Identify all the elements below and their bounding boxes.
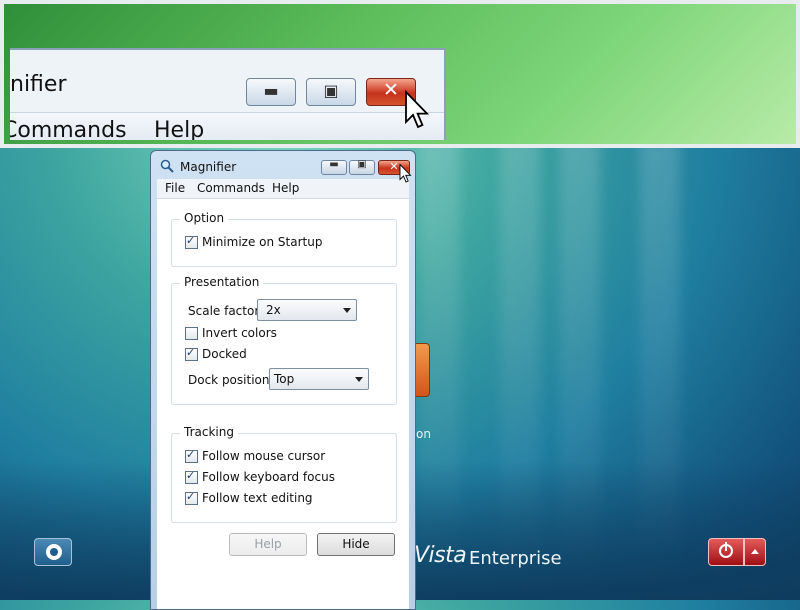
magnifier-dock-pane: nifier ▬ ▣ ✕ Commands Help bbox=[0, 0, 800, 148]
magnified-maximize-button: ▣ bbox=[306, 78, 356, 106]
ease-of-access-icon-inner bbox=[50, 548, 58, 556]
menu-help[interactable]: Help bbox=[272, 181, 299, 195]
scale-factor-value: 2x bbox=[266, 303, 281, 317]
check-icon: ✓ bbox=[186, 345, 196, 359]
check-icon: ✓ bbox=[186, 447, 196, 461]
option-group-label: Option bbox=[180, 211, 229, 225]
tracking-group: Tracking ✓ Follow mouse cursor ✓ Follow … bbox=[171, 425, 397, 523]
hide-button[interactable]: Hide bbox=[317, 533, 395, 556]
check-icon: ✓ bbox=[186, 489, 196, 503]
power-icon-line bbox=[725, 542, 727, 551]
tracking-group-label: Tracking bbox=[180, 425, 238, 439]
minimize-icon: ▬ bbox=[263, 81, 279, 100]
dock-position-value: Top bbox=[274, 372, 295, 386]
dialog-body: Option ✓ Minimize on Startup Presentatio… bbox=[157, 198, 409, 609]
desktop-partial-label: on bbox=[416, 427, 431, 441]
check-icon: ✓ bbox=[186, 233, 196, 247]
checkbox-box: ✓ bbox=[185, 489, 198, 505]
menu-file[interactable]: File bbox=[165, 181, 185, 195]
minimize-button[interactable]: ▬ bbox=[321, 159, 347, 175]
invert-colors-checkbox[interactable]: Invert colors bbox=[185, 325, 277, 341]
maximize-icon: ▣ bbox=[323, 81, 339, 100]
magnifier-icon bbox=[160, 159, 174, 173]
desktop-tile bbox=[414, 343, 430, 397]
checkbox-label: Docked bbox=[202, 347, 247, 361]
minimize-icon: ▬ bbox=[329, 159, 339, 170]
menu-commands[interactable]: Commands bbox=[197, 181, 265, 195]
shutdown-options-button[interactable] bbox=[744, 538, 766, 566]
chevron-down-icon bbox=[355, 377, 363, 382]
docked-checkbox[interactable]: ✓ Docked bbox=[185, 346, 247, 362]
checkbox-label: Invert colors bbox=[202, 326, 277, 340]
checkbox-box: ✓ bbox=[185, 447, 198, 463]
checkbox-label: Follow text editing bbox=[202, 491, 313, 505]
option-group: Option ✓ Minimize on Startup bbox=[171, 211, 397, 267]
chevron-down-icon bbox=[343, 308, 351, 313]
edition-label: Enterprise bbox=[469, 548, 562, 569]
check-icon: ✓ bbox=[186, 468, 196, 482]
minimize-on-startup-checkbox[interactable]: ✓ Minimize on Startup bbox=[185, 234, 322, 250]
magnifier-window: Magnifier ▬ ▣ ✕ File Commands Help Optio… bbox=[150, 150, 416, 610]
maximize-button[interactable]: ▣ bbox=[349, 159, 375, 175]
follow-keyboard-focus-checkbox[interactable]: ✓ Follow keyboard focus bbox=[185, 469, 335, 485]
magnified-menu-commands: Commands bbox=[10, 118, 127, 140]
scale-factor-label: Scale factor: bbox=[188, 304, 264, 318]
vista-brand: Vista bbox=[414, 543, 467, 568]
checkbox-label: Minimize on Startup bbox=[202, 235, 323, 249]
checkbox-box: ✓ bbox=[185, 468, 198, 484]
magnified-menu-help: Help bbox=[154, 118, 205, 140]
magnified-minimize-button: ▬ bbox=[246, 78, 296, 106]
magnified-menubar: Commands Help bbox=[10, 112, 444, 140]
follow-mouse-cursor-checkbox[interactable]: ✓ Follow mouse cursor bbox=[185, 448, 325, 464]
checkbox-box: ✓ bbox=[185, 233, 198, 249]
ease-of-access-button[interactable] bbox=[34, 538, 72, 566]
chevron-up-icon bbox=[751, 549, 759, 554]
follow-text-editing-checkbox[interactable]: ✓ Follow text editing bbox=[185, 490, 313, 506]
magnified-title: nifier bbox=[10, 72, 67, 97]
checkbox-label: Follow keyboard focus bbox=[202, 470, 335, 484]
mouse-pointer-icon bbox=[399, 163, 412, 183]
maximize-icon: ▣ bbox=[357, 159, 367, 170]
magnified-window: nifier ▬ ▣ ✕ Commands Help bbox=[10, 48, 446, 140]
dock-position-label: Dock position: bbox=[188, 373, 274, 387]
checkbox-box bbox=[185, 326, 198, 340]
menu-bar: File Commands Help bbox=[157, 179, 409, 198]
dock-position-select[interactable]: Top bbox=[269, 368, 369, 390]
presentation-group: Presentation Scale factor: 2x Invert col… bbox=[171, 275, 397, 405]
checkbox-box: ✓ bbox=[185, 345, 198, 361]
presentation-group-label: Presentation bbox=[180, 275, 264, 289]
checkbox-label: Follow mouse cursor bbox=[202, 449, 326, 463]
window-title: Magnifier bbox=[180, 160, 237, 174]
help-button[interactable]: Help bbox=[229, 533, 307, 556]
shutdown-button[interactable] bbox=[708, 538, 744, 566]
title-bar[interactable]: Magnifier ▬ ▣ ✕ bbox=[151, 151, 415, 179]
magnified-pointer-icon bbox=[405, 90, 430, 129]
scale-factor-select[interactable]: 2x bbox=[257, 299, 357, 321]
power-controls bbox=[708, 538, 766, 566]
